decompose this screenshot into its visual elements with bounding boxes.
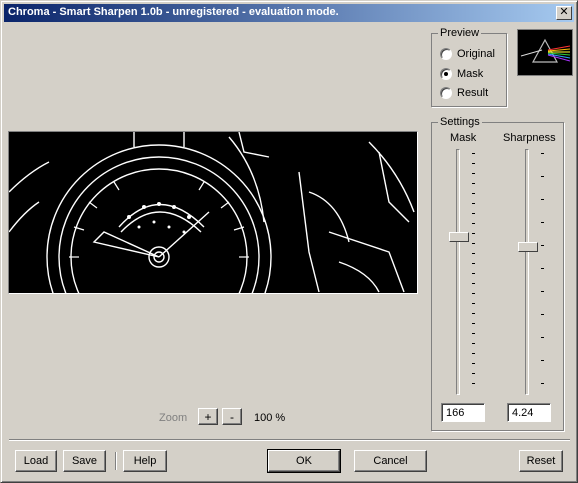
zoom-in-button[interactable]: +	[198, 408, 218, 425]
sharpness-value-field[interactable]	[507, 403, 551, 422]
sharpness-slider-label: Sharpness	[503, 132, 556, 144]
mask-slider-label: Mask	[450, 132, 477, 144]
zoom-label: Zoom	[159, 412, 188, 424]
radio-original-circle[interactable]	[440, 48, 452, 60]
mask-slider-ticks	[472, 153, 476, 389]
radio-result-circle[interactable]	[440, 87, 452, 99]
radio-result-label: Result	[457, 87, 489, 99]
radio-mask-circle[interactable]	[440, 68, 452, 80]
radio-result[interactable]: Result	[440, 86, 488, 100]
mask-value-field[interactable]	[441, 403, 485, 422]
radio-mask-label: Mask	[457, 68, 484, 80]
save-button[interactable]: Save	[63, 450, 106, 472]
radio-original[interactable]: Original	[440, 47, 495, 61]
preview-image[interactable]	[8, 131, 418, 294]
ok-button[interactable]: OK	[267, 449, 341, 473]
zoom-out-button[interactable]: -	[222, 408, 242, 425]
close-button[interactable]: ✕	[556, 6, 572, 20]
button-divider	[115, 452, 117, 470]
preview-legend: Preview	[438, 27, 482, 39]
window-title: Chroma - Smart Sharpen 1.0b - unregister…	[8, 6, 339, 18]
zoom-value: 100 %	[254, 412, 286, 424]
sharpness-slider-ticks	[541, 153, 545, 389]
reset-button[interactable]: Reset	[519, 450, 563, 472]
help-button[interactable]: Help	[123, 450, 167, 472]
mask-slider-thumb[interactable]	[449, 232, 469, 242]
radio-mask[interactable]: Mask	[440, 67, 483, 81]
prism-logo-icon	[517, 29, 573, 76]
preview-group: Preview Original Mask Result	[431, 27, 507, 107]
cancel-button[interactable]: Cancel	[354, 450, 427, 472]
settings-legend: Settings	[438, 116, 482, 128]
title-bar[interactable]: Chroma - Smart Sharpen 1.0b - unregister…	[4, 4, 574, 22]
bottom-separator	[9, 439, 570, 441]
mask-slider-track[interactable]	[456, 149, 460, 395]
radio-original-label: Original	[457, 48, 495, 60]
sharpness-slider-track[interactable]	[525, 149, 529, 395]
sharpness-slider-thumb[interactable]	[518, 242, 538, 252]
close-icon: ✕	[559, 6, 569, 18]
load-button[interactable]: Load	[15, 450, 57, 472]
dialog-window: Chroma - Smart Sharpen 1.0b - unregister…	[0, 0, 578, 483]
